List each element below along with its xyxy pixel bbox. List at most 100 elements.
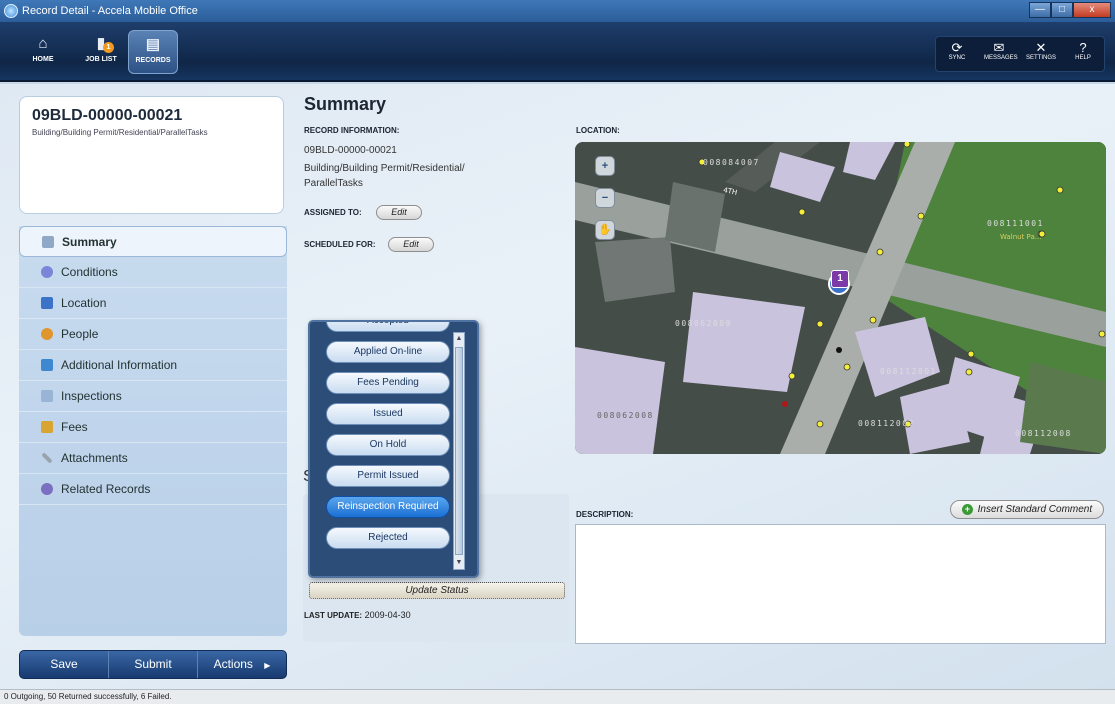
messages-label: MESSAGES <box>984 55 1018 61</box>
job-list-badge: 1 <box>103 42 114 53</box>
actions-button[interactable]: Actions ▶ <box>198 651 286 678</box>
action-bar: Save Submit Actions ▶ <box>19 650 287 679</box>
utility-toolbar: ⟳ SYNC ✉ MESSAGES ✕ SETTINGS ? HELP <box>935 36 1105 72</box>
window-controls: — □ x <box>1029 2 1111 20</box>
settings-button[interactable]: ✕ SETTINGS <box>1026 37 1056 71</box>
scrollbar-thumb[interactable] <box>455 347 463 555</box>
chevron-right-icon: ▶ <box>264 661 271 670</box>
assigned-to-edit-button[interactable]: Edit <box>376 205 422 220</box>
parcel-label: 008112002 <box>858 419 915 428</box>
sidebar-item-label: Related Records <box>61 482 151 496</box>
related-records-icon <box>41 483 53 495</box>
insert-standard-comment-label: Insert Standard Comment <box>977 504 1093 515</box>
insert-standard-comment-button[interactable]: + Insert Standard Comment <box>950 500 1104 519</box>
scheduled-for-edit-button[interactable]: Edit <box>388 237 434 252</box>
nav-records[interactable]: ▤ RECORDS <box>128 30 178 74</box>
pan-hand-icon[interactable]: ✋ <box>595 220 615 240</box>
window-title: Record Detail - Accela Mobile Office <box>22 5 198 17</box>
record-type: Building/Building Permit/Residential/Par… <box>32 128 208 137</box>
nav-records-label: RECORDS <box>135 57 171 64</box>
sidebar-item-label: Inspections <box>61 389 122 403</box>
zoom-out-icon[interactable]: − <box>595 188 615 208</box>
people-icon <box>41 328 53 340</box>
scroll-up-icon[interactable]: ▲ <box>454 333 464 345</box>
sync-label: SYNC <box>948 55 966 61</box>
status-option-on-hold[interactable]: On Hold <box>326 434 450 456</box>
status-option-issued[interactable]: Issued <box>326 403 450 425</box>
status-option-accepted[interactable]: Accepted <box>326 322 450 332</box>
minimize-button[interactable]: — <box>1029 2 1051 18</box>
inspections-icon <box>41 390 53 402</box>
description-textarea[interactable] <box>575 524 1106 644</box>
actions-label: Actions <box>213 657 253 671</box>
sidebar-item-label: People <box>61 327 99 341</box>
sidebar-item-label: Attachments <box>61 451 128 465</box>
app-logo-icon <box>4 4 18 18</box>
sync-button[interactable]: ⟳ SYNC <box>942 37 972 71</box>
parcel-label: 008112001 <box>880 367 937 376</box>
nav-job-list-label: JOB LIST <box>85 56 117 63</box>
last-update-value: 2009-04-30 <box>364 610 411 620</box>
save-button[interactable]: Save <box>20 651 109 678</box>
sidebar-item-label: Conditions <box>61 265 118 279</box>
update-status-button[interactable]: Update Status <box>309 582 565 599</box>
sidebar-item-people[interactable]: People <box>19 319 287 350</box>
last-update: LAST UPDATE: 2009-04-30 <box>304 610 411 620</box>
top-navigation: ⌂ HOME ▮ 1 JOB LIST ▤ RECORDS ⟳ SYNC ✉ M… <box>0 22 1115 82</box>
sidebar-item-fees[interactable]: Fees <box>19 412 287 443</box>
summary-icon <box>42 235 54 248</box>
status-option-permit-issued[interactable]: Permit Issued <box>326 465 450 487</box>
sync-icon: ⟳ <box>951 40 963 55</box>
add-icon: + <box>961 503 973 515</box>
status-option-applied-online[interactable]: Applied On-line <box>326 341 450 363</box>
close-button[interactable]: x <box>1073 2 1111 18</box>
sidebar-item-location[interactable]: Location <box>19 288 287 319</box>
record-information-label: RECORD INFORMATION: <box>304 126 400 135</box>
status-dropdown-scrollbar[interactable]: ▲ ▼ <box>453 332 465 570</box>
status-bar: 0 Outgoing, 50 Returned successfully, 6 … <box>0 689 1115 704</box>
submit-button[interactable]: Submit <box>109 651 198 678</box>
messages-button[interactable]: ✉ MESSAGES <box>984 37 1018 71</box>
record-card: 09BLD-00000-00021 Building/Building Perm… <box>19 96 284 214</box>
settings-label: SETTINGS <box>1026 55 1057 61</box>
sidebar-item-label: Location <box>61 296 107 310</box>
home-icon: ⌂ <box>38 35 48 52</box>
sidebar-item-label: Fees <box>61 420 88 434</box>
zoom-in-icon[interactable]: + <box>595 156 615 176</box>
sidebar-item-related-records[interactable]: Related Records <box>19 474 287 505</box>
parcel-label: 008111001 <box>987 219 1044 228</box>
parcel-label: 008062008 <box>597 411 654 420</box>
status-option-reinspection-required[interactable]: Reinspection Required <box>326 496 450 518</box>
record-information-type-line1: Building/Building Permit/Residential/ <box>304 163 465 174</box>
parcel-label: 008062009 <box>675 319 732 328</box>
last-update-label: LAST UPDATE: <box>304 611 363 620</box>
map-marker-pin[interactable]: 1 <box>831 270 849 288</box>
sidebar-item-inspections[interactable]: Inspections <box>19 381 287 412</box>
messages-icon: ✉ <box>993 40 1005 55</box>
status-option-rejected[interactable]: Rejected <box>326 527 450 549</box>
main-content: 09BLD-00000-00021 Building/Building Perm… <box>0 84 1115 689</box>
park-label: Walnut Pa... <box>1000 233 1041 241</box>
nav-job-list[interactable]: ▮ 1 JOB LIST <box>76 30 126 74</box>
scroll-down-icon[interactable]: ▼ <box>454 557 464 569</box>
location-icon <box>41 297 53 309</box>
location-label: LOCATION: <box>576 126 620 135</box>
help-button[interactable]: ? HELP <box>1068 37 1098 71</box>
window-titlebar: Record Detail - Accela Mobile Office — □… <box>0 0 1115 22</box>
maximize-button[interactable]: □ <box>1051 2 1073 18</box>
map-aerial-image: 008084007 008111001 008062009 008112001 … <box>575 142 1106 454</box>
nav-home[interactable]: ⌂ HOME <box>18 30 68 74</box>
status-option-fees-pending[interactable]: Fees Pending <box>326 372 450 394</box>
attachments-icon <box>41 452 53 464</box>
sidebar-item-attachments[interactable]: Attachments <box>19 443 287 474</box>
sidebar-item-additional-information[interactable]: Additional Information <box>19 350 287 381</box>
parcel-label: 008084007 <box>703 158 760 167</box>
record-id: 09BLD-00000-00021 <box>32 107 183 124</box>
status-dropdown[interactable]: Accepted Applied On-line Fees Pending Is… <box>308 320 479 578</box>
sidebar-item-label: Summary <box>62 234 117 249</box>
sidebar-item-summary[interactable]: Summary <box>19 226 287 257</box>
location-map[interactable]: 008084007 008111001 008062009 008112001 … <box>575 142 1106 454</box>
nav-home-label: HOME <box>32 56 54 63</box>
sidebar-item-conditions[interactable]: Conditions <box>19 257 287 288</box>
additional-info-icon <box>41 359 53 371</box>
